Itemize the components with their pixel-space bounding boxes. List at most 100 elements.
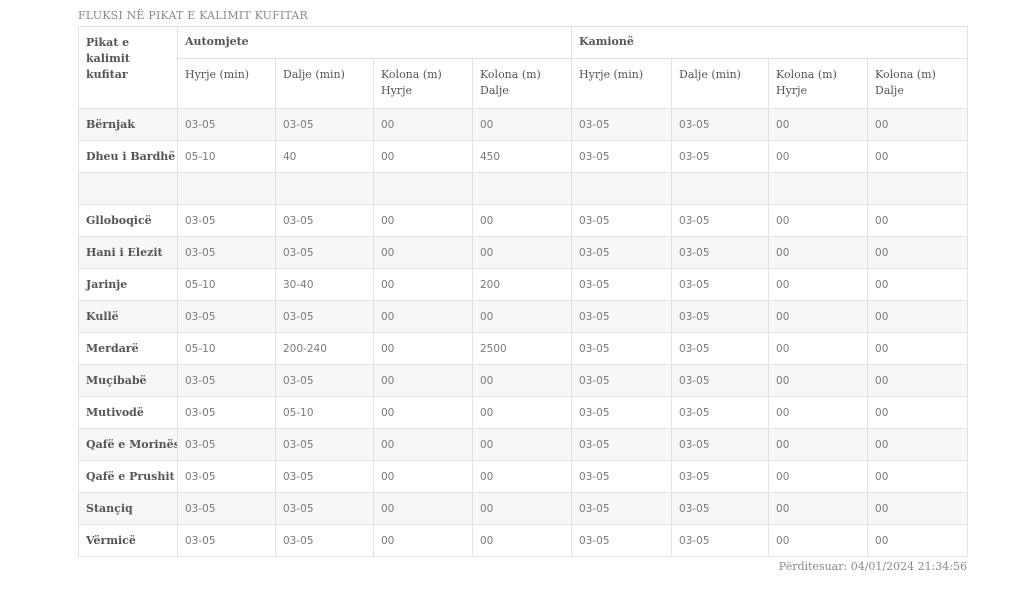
- cell-cars-exit: 03-05: [275, 428, 374, 461]
- header-trucks-queue-exit: Kolona (m) Dalje: [867, 58, 969, 109]
- cell-trucks-queue-entry: 00: [768, 332, 869, 365]
- cell-cars-entry: 03-05: [177, 204, 276, 237]
- cell-trucks-queue-entry: 00: [768, 204, 869, 237]
- cell-trucks-exit: 03-05: [671, 492, 770, 525]
- cell-cars-queue-entry: 00: [373, 268, 473, 301]
- cell-cars-exit: 03-05: [275, 108, 374, 141]
- cell-trucks-entry: 03-05: [571, 428, 673, 461]
- cell-cars-queue-exit: 00: [471, 428, 573, 461]
- cell-trucks-queue-exit: 00: [867, 236, 969, 269]
- table-row: [78, 172, 969, 205]
- updated-timestamp: Përditesuar: 04/01/2024 21:34:56: [778, 560, 967, 573]
- cell-trucks-queue-entry: 00: [768, 140, 869, 173]
- cell-cars-entry: 03-05: [177, 428, 276, 461]
- header-cars-queue-exit: Kolona (m) Dalje: [471, 58, 573, 109]
- cell-trucks-queue-exit: 00: [867, 364, 969, 397]
- table-row: Bërnjak 03-05 03-05 00 00 03-05 03-05 00 00: [78, 108, 969, 141]
- cell-cars-exit: 03-05: [275, 460, 374, 493]
- table-header: Pikat e kalimit kufitar Automjete Kamion…: [78, 26, 969, 109]
- crossing-name: Bërnjak: [78, 108, 178, 141]
- cell-trucks-entry: 03-05: [571, 268, 673, 301]
- cell-trucks-queue-entry: 00: [768, 300, 869, 333]
- cell-cars-queue-exit: 450: [471, 140, 573, 173]
- cell-cars-queue-entry: 00: [373, 236, 473, 269]
- crossing-name: [78, 172, 178, 205]
- cell-cars-queue-exit: 00: [471, 236, 573, 269]
- cell-trucks-exit: 03-05: [671, 140, 770, 173]
- table-row: Jarinje 05-10 30-40 00 200 03-05 03-05 00 00: [78, 268, 969, 301]
- cell-cars-entry: 05-10: [177, 268, 276, 301]
- crossing-name: Stançiq: [78, 492, 178, 525]
- cell-cars-queue-exit: 00: [471, 300, 573, 333]
- header-group-trucks: Kamionë: [571, 26, 969, 59]
- header-cars-exit: Dalje (min): [275, 58, 374, 109]
- cell-cars-exit: 03-05: [275, 524, 374, 557]
- cell-trucks-exit: 03-05: [671, 204, 770, 237]
- cell-cars-exit: 05-10: [275, 396, 374, 429]
- cell-cars-queue-entry: [373, 172, 473, 205]
- cell-trucks-entry: 03-05: [571, 396, 673, 429]
- cell-cars-entry: 03-05: [177, 492, 276, 525]
- cell-trucks-entry: 03-05: [571, 524, 673, 557]
- cell-cars-queue-exit: 00: [471, 396, 573, 429]
- table-row: Merdarë 05-10 200-240 00 2500 03-05 03-05 00 00: [78, 332, 969, 365]
- cell-trucks-queue-exit: 00: [867, 300, 969, 333]
- cell-cars-exit: 03-05: [275, 364, 374, 397]
- table-row: Dheu i Bardhë 05-10 40 00 450 03-05 03-05 00 00: [78, 140, 969, 173]
- table-body: Bërnjak 03-05 03-05 00 00 03-05 03-05 00 00 Dheu …: [78, 108, 969, 557]
- table-row: Mutivodë 03-05 05-10 00 00 03-05 03-05 00 00: [78, 396, 969, 429]
- border-flux-table: Pikat e kalimit kufitar Automjete Kamion…: [78, 26, 969, 557]
- cell-trucks-queue-exit: [867, 172, 969, 205]
- cell-cars-queue-entry: 00: [373, 428, 473, 461]
- table-row: Hani i Elezit 03-05 03-05 00 00 03-05 03-05 00 0…: [78, 236, 969, 269]
- cell-trucks-entry: 03-05: [571, 364, 673, 397]
- cell-trucks-queue-exit: 00: [867, 108, 969, 141]
- cell-cars-queue-exit: 00: [471, 108, 573, 141]
- cell-cars-exit: 40: [275, 140, 374, 173]
- cell-trucks-exit: 03-05: [671, 460, 770, 493]
- cell-cars-queue-exit: 00: [471, 364, 573, 397]
- cell-cars-exit: 03-05: [275, 236, 374, 269]
- crossing-name: Jarinje: [78, 268, 178, 301]
- cell-trucks-exit: [671, 172, 770, 205]
- cell-cars-queue-exit: 00: [471, 492, 573, 525]
- cell-cars-queue-entry: 00: [373, 460, 473, 493]
- crossing-name: Mutivodë: [78, 396, 178, 429]
- cell-cars-queue-exit: 00: [471, 204, 573, 237]
- cell-trucks-exit: 03-05: [671, 300, 770, 333]
- cell-trucks-queue-exit: 00: [867, 492, 969, 525]
- table-row: Kullë 03-05 03-05 00 00 03-05 03-05 00 00: [78, 300, 969, 333]
- cell-cars-entry: 03-05: [177, 300, 276, 333]
- crossing-name: Glloboqicë: [78, 204, 178, 237]
- header-crossing-point: Pikat e kalimit kufitar: [78, 26, 178, 109]
- cell-cars-entry: 03-05: [177, 364, 276, 397]
- cell-cars-exit: 200-240: [275, 332, 374, 365]
- cell-trucks-queue-entry: 00: [768, 236, 869, 269]
- cell-cars-queue-entry: 00: [373, 204, 473, 237]
- cell-trucks-queue-exit: 00: [867, 332, 969, 365]
- cell-cars-queue-exit: 200: [471, 268, 573, 301]
- crossing-name: Dheu i Bardhë: [78, 140, 178, 173]
- header-cars-queue-entry: Kolona (m) Hyrje: [373, 58, 473, 109]
- cell-trucks-queue-entry: 00: [768, 268, 869, 301]
- crossing-name: Vërmicë: [78, 524, 178, 557]
- cell-trucks-queue-entry: 00: [768, 364, 869, 397]
- cell-trucks-entry: 03-05: [571, 332, 673, 365]
- crossing-name: Merdarë: [78, 332, 178, 365]
- cell-trucks-queue-exit: 00: [867, 140, 969, 173]
- header-trucks-exit: Dalje (min): [671, 58, 770, 109]
- cell-cars-exit: 03-05: [275, 492, 374, 525]
- cell-cars-queue-exit: [471, 172, 573, 205]
- cell-trucks-exit: 03-05: [671, 364, 770, 397]
- header-group-cars: Automjete: [176, 26, 573, 59]
- cell-cars-queue-entry: 00: [373, 396, 473, 429]
- crossing-name: Qafë e Prushit: [78, 460, 178, 493]
- cell-trucks-exit: 03-05: [671, 332, 770, 365]
- page-title: FLUKSI NË PIKAT E KALIMIT KUFITAR: [78, 9, 309, 22]
- crossing-name: Kullë: [78, 300, 178, 333]
- cell-cars-entry: 03-05: [177, 396, 276, 429]
- cell-cars-queue-entry: 00: [373, 364, 473, 397]
- table-row: Stançiq 03-05 03-05 00 00 03-05 03-05 00 00: [78, 492, 969, 525]
- cell-trucks-queue-entry: [768, 172, 869, 205]
- crossing-name: Qafë e Morinës: [78, 428, 178, 461]
